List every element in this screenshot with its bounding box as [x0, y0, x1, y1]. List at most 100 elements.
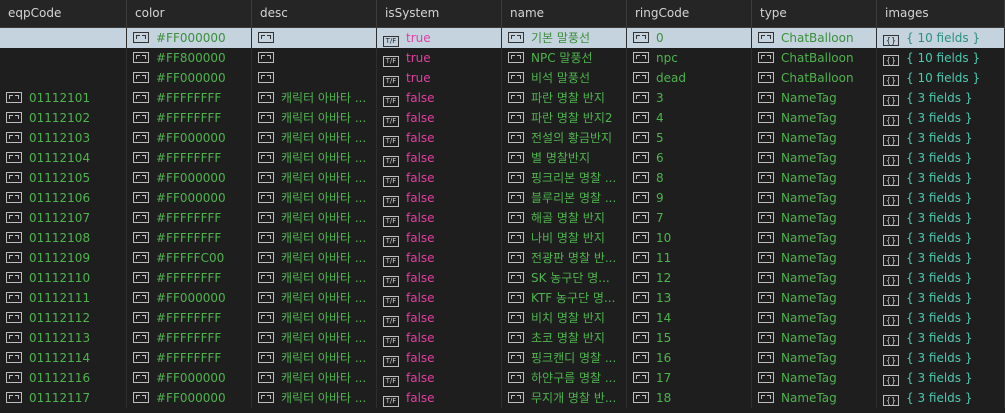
cell-isSystem[interactable]: T/F false	[377, 108, 502, 128]
table-row[interactable]: 01112114 #FFFFFFFF 캐릭터 아바타 ... T/F false 핑크캔디…	[0, 348, 1005, 368]
column-header-type[interactable]: type	[752, 0, 877, 27]
cell-desc[interactable]: 캐릭터 아바타 ...	[252, 308, 377, 328]
cell-desc[interactable]	[252, 68, 377, 88]
cell-name[interactable]: NPC 말풍선	[502, 48, 627, 68]
cell-type[interactable]: NameTag	[752, 308, 877, 328]
cell-isSystem[interactable]: T/F false	[377, 308, 502, 328]
cell-images[interactable]: {} { 3 fields }	[877, 288, 1005, 308]
cell-images[interactable]: {} { 10 fields }	[877, 48, 1005, 68]
cell-name[interactable]: 비석 말풍선	[502, 68, 627, 88]
cell-images[interactable]: {} { 10 fields }	[877, 28, 1005, 48]
cell-type[interactable]: NameTag	[752, 248, 877, 268]
cell-desc[interactable]: 캐릭터 아바타 ...	[252, 208, 377, 228]
table-row[interactable]: 01112105 #FF000000 캐릭터 아바타 ... T/F false 핑크리본…	[0, 168, 1005, 188]
cell-color[interactable]: #FFFFFC00	[127, 248, 252, 268]
cell-color[interactable]: #FFFFFFFF	[127, 348, 252, 368]
cell-color[interactable]: #FFFFFFFF	[127, 328, 252, 348]
cell-eqpCode[interactable]	[0, 68, 127, 88]
cell-desc[interactable]: 캐릭터 아바타 ...	[252, 268, 377, 288]
cell-images[interactable]: {} { 3 fields }	[877, 348, 1005, 368]
cell-desc[interactable]	[252, 48, 377, 68]
cell-ringCode[interactable]: 11	[627, 248, 752, 268]
cell-images[interactable]: {} { 3 fields }	[877, 88, 1005, 108]
cell-isSystem[interactable]: T/F true	[377, 48, 502, 68]
cell-name[interactable]: 초코 명찰 반지	[502, 328, 627, 348]
cell-color[interactable]: #FFFFFFFF	[127, 148, 252, 168]
cell-type[interactable]: NameTag	[752, 188, 877, 208]
cell-color[interactable]: #FFFFFFFF	[127, 268, 252, 288]
cell-type[interactable]: ChatBalloon	[752, 48, 877, 68]
cell-name[interactable]: 하얀구름 명찰 ...	[502, 368, 627, 388]
cell-ringCode[interactable]: 4	[627, 108, 752, 128]
cell-color[interactable]: #FF000000	[127, 28, 252, 48]
cell-desc[interactable]: 캐릭터 아바타 ...	[252, 108, 377, 128]
cell-ringCode[interactable]: 15	[627, 328, 752, 348]
table-row[interactable]: 01112117 #FF000000 캐릭터 아바타 ... T/F false 무지개 …	[0, 388, 1005, 408]
cell-color[interactable]: #FFFFFFFF	[127, 208, 252, 228]
cell-type[interactable]: NameTag	[752, 388, 877, 408]
cell-ringCode[interactable]: 13	[627, 288, 752, 308]
table-row[interactable]: 01112107 #FFFFFFFF 캐릭터 아바타 ... T/F false 해골 명…	[0, 208, 1005, 228]
cell-eqpCode[interactable]: 01112105	[0, 168, 127, 188]
cell-isSystem[interactable]: T/F false	[377, 288, 502, 308]
cell-ringCode[interactable]: 3	[627, 88, 752, 108]
cell-images[interactable]: {} { 3 fields }	[877, 228, 1005, 248]
cell-ringCode[interactable]: 16	[627, 348, 752, 368]
cell-images[interactable]: {} { 3 fields }	[877, 208, 1005, 228]
cell-type[interactable]: NameTag	[752, 368, 877, 388]
cell-ringCode[interactable]: npc	[627, 48, 752, 68]
cell-images[interactable]: {} { 3 fields }	[877, 128, 1005, 148]
cell-images[interactable]: {} { 3 fields }	[877, 248, 1005, 268]
cell-ringCode[interactable]: 14	[627, 308, 752, 328]
table-row[interactable]: 01112116 #FF000000 캐릭터 아바타 ... T/F false 하얀구름…	[0, 368, 1005, 388]
cell-images[interactable]: {} { 3 fields }	[877, 328, 1005, 348]
table-row[interactable]: 01112113 #FFFFFFFF 캐릭터 아바타 ... T/F false 초코 명…	[0, 328, 1005, 348]
cell-name[interactable]: 핑크캔디 명찰 ...	[502, 348, 627, 368]
table-row[interactable]: #FF000000 T/F true 비석 말풍선 dead ChatBalloon{}{…	[0, 68, 1005, 88]
cell-eqpCode[interactable]: 01112116	[0, 368, 127, 388]
column-header-name[interactable]: name	[502, 0, 627, 27]
cell-images[interactable]: {} { 10 fields }	[877, 68, 1005, 88]
cell-images[interactable]: {} { 3 fields }	[877, 148, 1005, 168]
cell-name[interactable]: 전설의 황금반지	[502, 128, 627, 148]
cell-desc[interactable]: 캐릭터 아바타 ...	[252, 328, 377, 348]
data-grid[interactable]: eqpCode color desc isSystem name ringCode type…	[0, 0, 1005, 413]
cell-type[interactable]: NameTag	[752, 288, 877, 308]
cell-ringCode[interactable]: 12	[627, 268, 752, 288]
table-row[interactable]: 01112112 #FFFFFFFF 캐릭터 아바타 ... T/F false 비치 명…	[0, 308, 1005, 328]
cell-eqpCode[interactable]	[0, 48, 127, 68]
cell-name[interactable]: 파란 명찰 반지	[502, 88, 627, 108]
cell-color[interactable]: #FF000000	[127, 188, 252, 208]
table-row[interactable]: 01112101 #FFFFFFFF 캐릭터 아바타 ... T/F false 파란 명…	[0, 88, 1005, 108]
cell-color[interactable]: #FF000000	[127, 288, 252, 308]
cell-eqpCode[interactable]	[0, 28, 127, 48]
cell-eqpCode[interactable]: 01112114	[0, 348, 127, 368]
cell-isSystem[interactable]: T/F true	[377, 68, 502, 88]
cell-desc[interactable]	[252, 28, 377, 48]
cell-isSystem[interactable]: T/F false	[377, 168, 502, 188]
cell-color[interactable]: #FF000000	[127, 388, 252, 408]
cell-type[interactable]: NameTag	[752, 108, 877, 128]
cell-images[interactable]: {} { 3 fields }	[877, 368, 1005, 388]
cell-ringCode[interactable]: 5	[627, 128, 752, 148]
cell-name[interactable]: 별 명찰반지	[502, 148, 627, 168]
cell-ringCode[interactable]: 10	[627, 228, 752, 248]
cell-type[interactable]: NameTag	[752, 148, 877, 168]
cell-desc[interactable]: 캐릭터 아바타 ...	[252, 368, 377, 388]
cell-name[interactable]: KTF 농구단 명...	[502, 288, 627, 308]
table-row[interactable]: 01112108 #FFFFFFFF 캐릭터 아바타 ... T/F false 나비 명…	[0, 228, 1005, 248]
cell-type[interactable]: NameTag	[752, 228, 877, 248]
table-row[interactable]: 01112109 #FFFFFC00 캐릭터 아바타 ... T/F false 전광판 …	[0, 248, 1005, 268]
cell-name[interactable]: 나비 명찰 반지	[502, 228, 627, 248]
cell-name[interactable]: 파란 명찰 반지2	[502, 108, 627, 128]
cell-ringCode[interactable]: 9	[627, 188, 752, 208]
cell-isSystem[interactable]: T/F false	[377, 268, 502, 288]
cell-color[interactable]: #FF000000	[127, 68, 252, 88]
cell-eqpCode[interactable]: 01112106	[0, 188, 127, 208]
cell-name[interactable]: SK 농구단 명...	[502, 268, 627, 288]
cell-desc[interactable]: 캐릭터 아바타 ...	[252, 128, 377, 148]
cell-isSystem[interactable]: T/F false	[377, 188, 502, 208]
cell-type[interactable]: NameTag	[752, 128, 877, 148]
cell-isSystem[interactable]: T/F true	[377, 28, 502, 48]
cell-ringCode[interactable]: 0	[627, 28, 752, 48]
